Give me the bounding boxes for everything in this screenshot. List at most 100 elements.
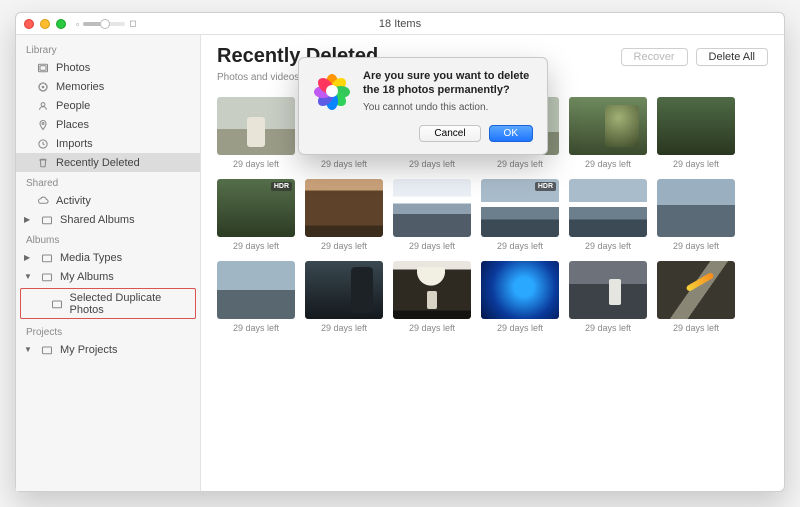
photo-cell[interactable]: 29 days left [393, 261, 471, 333]
photo-cell[interactable]: 29 days left [657, 261, 735, 333]
days-left-label: 29 days left [409, 241, 455, 251]
photos-icon [36, 61, 50, 75]
photo-cell[interactable]: 29 days left [393, 179, 471, 251]
photo-cell[interactable]: HDR 29 days left [217, 179, 295, 251]
sidebar-item-memories[interactable]: Memories [16, 77, 200, 96]
hdr-badge: HDR [535, 182, 556, 191]
sidebar-item-activity[interactable]: Activity [16, 191, 200, 210]
album-icon [40, 343, 54, 357]
photo-thumbnail[interactable] [481, 261, 559, 319]
days-left-label: 29 days left [497, 241, 543, 251]
days-left-label: 29 days left [585, 323, 631, 333]
sidebar-item-my-projects[interactable]: ▼ My Projects [16, 340, 200, 359]
zoom-in-icon: ◻ [129, 18, 136, 29]
cloud-icon [36, 194, 50, 208]
photo-cell[interactable]: 29 days left [569, 97, 647, 169]
fullscreen-icon[interactable] [56, 19, 66, 29]
sidebar-item-label: Shared Albums [60, 214, 135, 226]
days-left-label: 29 days left [409, 159, 455, 169]
days-left-label: 29 days left [497, 159, 543, 169]
album-icon [40, 270, 54, 284]
places-icon [36, 118, 50, 132]
days-left-label: 29 days left [673, 241, 719, 251]
sidebar-item-people[interactable]: People [16, 96, 200, 115]
trash-icon [36, 156, 50, 170]
sidebar-item-label: My Projects [60, 344, 117, 356]
photo-cell[interactable]: 29 days left [657, 97, 735, 169]
photo-cell[interactable]: 29 days left [657, 179, 735, 251]
album-icon [40, 213, 54, 227]
sidebar-item-label: Media Types [60, 252, 122, 264]
photo-cell[interactable]: 29 days left [217, 97, 295, 169]
photo-thumbnail[interactable] [393, 261, 471, 319]
sidebar-item-label: Memories [56, 81, 104, 93]
sidebar-section-projects: Projects [16, 321, 200, 340]
photo-thumbnail[interactable] [217, 261, 295, 319]
memories-icon [36, 80, 50, 94]
delete-all-button[interactable]: Delete All [696, 48, 768, 66]
album-icon [40, 251, 54, 265]
days-left-label: 29 days left [233, 241, 279, 251]
sidebar-item-shared-albums[interactable]: ▶ Shared Albums [16, 210, 200, 229]
chevron-right-icon: ▶ [24, 215, 34, 224]
days-left-label: 29 days left [233, 323, 279, 333]
imports-icon [36, 137, 50, 151]
days-left-label: 29 days left [585, 241, 631, 251]
photo-thumbnail[interactable] [393, 179, 471, 237]
dialog-message: You cannot undo this action. [363, 102, 533, 113]
album-icon [51, 297, 64, 311]
days-left-label: 29 days left [233, 159, 279, 169]
photo-thumbnail[interactable] [657, 97, 735, 155]
photo-cell[interactable]: 29 days left [569, 179, 647, 251]
photo-cell[interactable]: HDR 29 days left [481, 179, 559, 251]
photo-thumbnail[interactable] [569, 261, 647, 319]
zoom-slider[interactable]: ▫ ◻ [76, 18, 137, 29]
minimize-icon[interactable] [40, 19, 50, 29]
photo-thumbnail[interactable] [657, 261, 735, 319]
photo-cell[interactable]: 29 days left [305, 179, 383, 251]
chevron-down-icon: ▼ [24, 345, 34, 354]
confirm-dialog: Are you sure you want to delete the 18 p… [298, 57, 548, 155]
sidebar-item-selected-duplicate-photos[interactable]: Selected Duplicate Photos [21, 289, 195, 318]
sidebar-section-shared: Shared [16, 172, 200, 191]
sidebar-item-label: Selected Duplicate Photos [70, 292, 185, 316]
cancel-button[interactable]: Cancel [419, 125, 480, 142]
zoom-knob[interactable] [100, 19, 110, 29]
people-icon [36, 99, 50, 113]
dialog-title: Are you sure you want to delete the 18 p… [363, 70, 533, 98]
photo-thumbnail[interactable] [217, 97, 295, 155]
ok-button[interactable]: OK [489, 125, 533, 142]
photo-thumbnail[interactable] [305, 261, 383, 319]
photo-cell[interactable]: 29 days left [305, 261, 383, 333]
days-left-label: 29 days left [321, 323, 367, 333]
photo-cell[interactable]: 29 days left [569, 261, 647, 333]
photo-thumbnail[interactable] [569, 97, 647, 155]
sidebar-item-label: My Albums [60, 271, 114, 283]
sidebar-item-label: Recently Deleted [56, 157, 140, 169]
titlebar: ▫ ◻ 18 Items [16, 13, 784, 35]
sidebar-item-recently-deleted[interactable]: Recently Deleted [16, 153, 200, 172]
days-left-label: 29 days left [321, 159, 367, 169]
sidebar-item-media-types[interactable]: ▶ Media Types [16, 248, 200, 267]
sidebar-item-photos[interactable]: Photos [16, 58, 200, 77]
close-icon[interactable] [24, 19, 34, 29]
sidebar-item-places[interactable]: Places [16, 115, 200, 134]
photo-cell[interactable]: 29 days left [481, 261, 559, 333]
chevron-right-icon: ▶ [24, 253, 34, 262]
sidebar-section-library: Library [16, 39, 200, 58]
sidebar-item-imports[interactable]: Imports [16, 134, 200, 153]
sidebar-item-my-albums[interactable]: ▼My Albums [16, 267, 200, 286]
photos-app-icon [311, 70, 353, 112]
zoom-out-icon: ▫ [76, 19, 79, 29]
app-window: ▫ ◻ 18 Items Library Photos Memories Peo… [15, 12, 785, 492]
sidebar-item-label: Imports [56, 138, 93, 150]
photo-thumbnail[interactable] [657, 179, 735, 237]
zoom-track[interactable] [83, 22, 125, 26]
photo-thumbnail[interactable]: HDR [217, 179, 295, 237]
photo-cell[interactable]: 29 days left [217, 261, 295, 333]
photo-thumbnail[interactable] [305, 179, 383, 237]
recover-button[interactable]: Recover [621, 48, 688, 66]
photo-thumbnail[interactable] [569, 179, 647, 237]
days-left-label: 29 days left [497, 323, 543, 333]
photo-thumbnail[interactable]: HDR [481, 179, 559, 237]
